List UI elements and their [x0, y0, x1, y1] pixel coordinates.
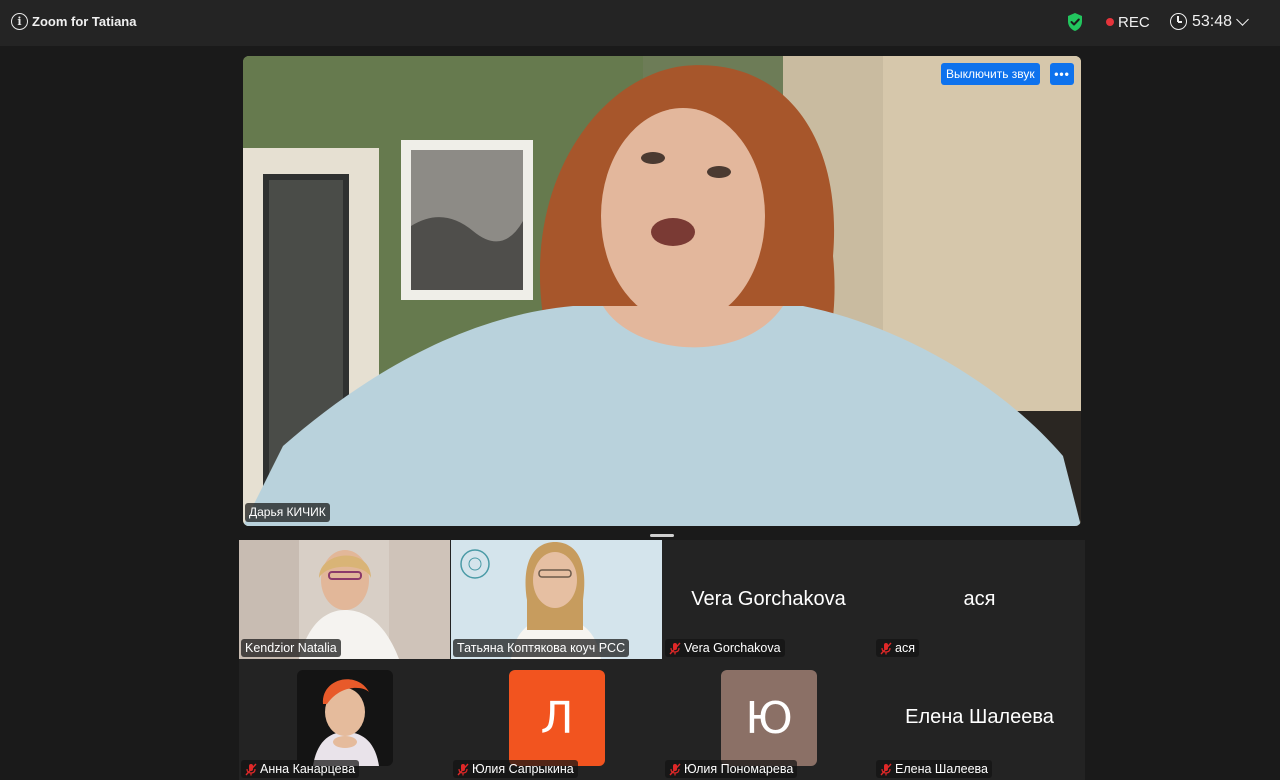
participant-tile[interactable]: Л Юлия Сапрыкина — [451, 661, 662, 780]
unmute-speaker-button[interactable]: Выключить звук — [941, 63, 1040, 85]
participant-name-label: Юлия Сапрыкина — [453, 760, 578, 778]
participant-tile[interactable]: ася ася — [874, 540, 1085, 659]
recording-label[interactable]: REC — [1118, 14, 1150, 31]
participant-name-label: Анна Канарцева — [241, 760, 360, 778]
mic-muted-icon — [669, 763, 681, 775]
clock-icon — [1170, 13, 1187, 30]
participant-avatar: Л — [509, 670, 605, 766]
participant-tile[interactable]: Татьяна Коптякова коуч PCC — [451, 540, 662, 659]
speaker-video-frame — [243, 56, 1081, 526]
participant-display-name: Елена Шалеева — [905, 706, 1054, 728]
participant-name-label: Татьяна Коптякова коуч PCC — [453, 639, 630, 657]
participant-photo — [297, 670, 393, 766]
participant-name-label: Елена Шалеева — [876, 760, 992, 778]
participant-name-label: Юлия Пономарева — [665, 760, 798, 778]
mic-muted-icon — [880, 642, 892, 654]
participant-name-label: ася — [876, 639, 919, 657]
resize-handle[interactable] — [650, 534, 674, 537]
participant-tile[interactable]: Елена Шалеева Елена Шалеева — [874, 661, 1085, 780]
window-title: Zoom for Tatiana — [32, 14, 137, 29]
meeting-timer[interactable]: 53:48 — [1192, 13, 1232, 31]
recording-dot-icon — [1106, 18, 1114, 26]
shield-check-icon[interactable] — [1066, 12, 1084, 32]
participant-avatar: Ю — [721, 670, 817, 766]
participant-tile[interactable]: Vera Gorchakova Vera Gorchakova — [663, 540, 874, 659]
info-icon[interactable]: i — [11, 13, 28, 30]
speaker-name-label: Дарья КИЧИК — [245, 503, 330, 522]
participant-tile[interactable]: Kendzior Natalia — [239, 540, 450, 659]
mic-muted-icon — [245, 763, 257, 775]
participant-name-label: Vera Gorchakova — [665, 639, 785, 657]
participant-name-label: Kendzior Natalia — [241, 639, 341, 657]
mic-muted-icon — [669, 642, 681, 654]
participant-display-name: Vera Gorchakova — [691, 588, 846, 610]
mic-muted-icon — [880, 763, 892, 775]
participant-display-name: ася — [963, 588, 996, 610]
participant-tile[interactable]: Анна Канарцева — [239, 661, 450, 780]
active-speaker-video[interactable]: Выключить звук ••• Дарья КИЧИК — [243, 56, 1081, 526]
mic-muted-icon — [457, 763, 469, 775]
more-options-button[interactable]: ••• — [1050, 63, 1074, 85]
participant-tile[interactable]: Ю Юлия Пономарева — [663, 661, 874, 780]
chevron-down-icon[interactable] — [1236, 13, 1249, 26]
participant-gallery: Kendzior Natalia Татьяна Коптякова коуч … — [239, 540, 1085, 780]
title-bar: i Zoom for Tatiana REC 53:48 — [0, 0, 1280, 46]
